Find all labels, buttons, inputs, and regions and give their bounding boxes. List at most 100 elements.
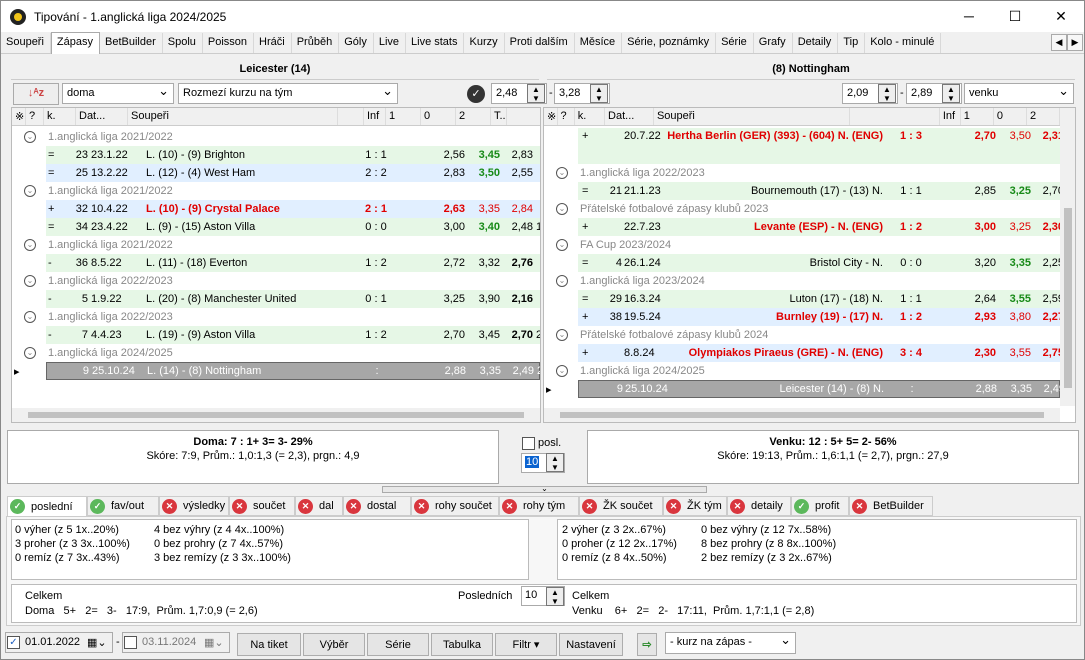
column-header[interactable]: Dat... (605, 108, 654, 125)
tabulka-button[interactable]: Tabulka (431, 633, 493, 656)
tab-3[interactable]: Spolu (163, 33, 203, 53)
calendar-icon[interactable]: ▦⌄ (204, 636, 224, 649)
posledni-spinner-icon[interactable]: ▲ ▼ (546, 587, 564, 606)
tab-1[interactable]: Zápasy (50, 32, 100, 54)
away-odds-from-spinner-icon[interactable]: ▲ ▼ (878, 84, 896, 103)
odds-filter-select[interactable]: Rozmezí kurzu na tým (178, 83, 398, 104)
column-header[interactable]: Soupeři (128, 108, 338, 125)
stats-tab-4[interactable]: ✕ dal (295, 496, 343, 516)
stats-tab-8[interactable]: ✕ ŽK součet (579, 496, 663, 516)
home-odds-from-spinner-icon[interactable]: ▲ ▼ (527, 84, 545, 103)
group-collapse-icon[interactable]: ⌄ (556, 239, 568, 251)
table-row[interactable]: = 25 13.2.22 L. (12) - (4) West Ham 2 : 2 2,8… (46, 164, 540, 182)
table-row[interactable]: 9 25.10.24 L. (14) - (8) Nottingham: 2,88 3,… (46, 362, 540, 380)
group-row[interactable]: ⌄ 1.anglická liga 2022/2023 (24, 272, 540, 290)
column-header[interactable]: k. (575, 108, 606, 125)
table-row[interactable]: 9 25.10.24 Leicester (14) - (8) N.:2,88 3,3… (578, 380, 1060, 398)
sort-az-icon[interactable]: ↓ᴬz (13, 83, 59, 105)
group-row[interactable]: ⌄ 1.anglická liga 2022/2023 (556, 164, 1060, 182)
away-matches-grid[interactable]: ※? k. Dat... Soupeři Inf 1 0 2 +20.7.22 Hertha Be… (543, 107, 1076, 423)
group-collapse-icon[interactable]: ⌄ (556, 203, 568, 215)
group-collapse-icon[interactable]: ⌄ (24, 275, 36, 287)
tab-17[interactable]: Tip (838, 33, 866, 53)
column-header[interactable] (338, 108, 364, 125)
stats-tab-10[interactable]: ✕ detaily (727, 496, 791, 516)
tab-18[interactable]: Kolo - minulé (865, 33, 942, 53)
table-row[interactable]: +8.8.24 Olympiakos Piraeus (GRE) - N. (EN… (578, 344, 1060, 362)
group-collapse-icon[interactable]: ⌄ (556, 329, 568, 341)
table-row[interactable]: +38 19.5.24 Burnley (19) - (17) N. 1 : 2 2,9… (578, 308, 1060, 326)
tab-7[interactable]: Góly (339, 33, 374, 53)
posl-checkbox[interactable] (522, 437, 535, 450)
table-row[interactable]: +20.7.22 Hertha Berlin (GER) (393) - (604… (578, 128, 1060, 164)
tab-8[interactable]: Live (374, 33, 407, 53)
column-header[interactable]: ? (558, 108, 575, 125)
group-collapse-icon[interactable]: ⌄ (24, 239, 36, 251)
home-odds-to-spinner-icon[interactable]: ▲ ▼ (590, 84, 608, 103)
tab-15[interactable]: Grafy (754, 33, 793, 53)
group-row[interactable]: ⌄ 1.anglická liga 2022/2023 (24, 308, 540, 326)
column-header[interactable]: 0 (421, 108, 456, 125)
table-row[interactable]: = 34 23.4.22 L. (9) - (15) Aston Villa 0 : 0… (46, 218, 540, 236)
tab-scroll-left-icon[interactable]: ◀ (1051, 34, 1067, 51)
group-row[interactable]: ⌄ 1.anglická liga 2024/2025 (24, 344, 540, 362)
group-collapse-icon[interactable]: ⌄ (556, 365, 568, 377)
table-row[interactable]: = 4 26.1.24 Bristol City - N. 0 : 0 3,20 3,35 2… (578, 254, 1060, 272)
column-header[interactable] (850, 108, 940, 125)
home-horizontal-scrollbar[interactable] (12, 408, 540, 422)
stats-tab-6[interactable]: ✕ rohy součet (411, 496, 499, 516)
column-header[interactable]: T.. (491, 108, 507, 125)
group-row[interactable]: ⌄ 1.anglická liga 2023/2024 (556, 272, 1060, 290)
table-row[interactable]: - 36 8.5.22 L. (11) - (18) Everton 1 : 2 2,72… (46, 254, 540, 272)
away-odds-to-spinner-icon[interactable]: ▲ ▼ (942, 84, 960, 103)
tab-12[interactable]: Měsíce (575, 33, 623, 53)
group-collapse-icon[interactable]: ⌄ (556, 275, 568, 287)
tab-14[interactable]: Série (716, 33, 754, 53)
minimize-button[interactable]: ─ (946, 1, 992, 31)
table-row[interactable]: +22.7.23 Levante (ESP) - N. (ENG) 1 : 2 3,0… (578, 218, 1060, 236)
column-header[interactable]: Inf (940, 108, 961, 125)
stats-tab-5[interactable]: ✕ dostal (343, 496, 411, 516)
group-row[interactable]: ⌄ 1.anglická liga 2024/2025 (556, 362, 1060, 380)
tab-6[interactable]: Průběh (292, 33, 340, 53)
group-row[interactable]: ⌄ 1.anglická liga 2021/2022 (24, 128, 540, 146)
serie-button[interactable]: Série (367, 633, 429, 656)
group-row[interactable]: ⌄ FA Cup 2023/2024 (556, 236, 1060, 254)
tab-0[interactable]: Soupeři (1, 33, 51, 53)
go-arrow-icon[interactable]: ⇨ (637, 633, 657, 656)
column-header[interactable]: ※ (544, 108, 558, 125)
tab-4[interactable]: Poisson (203, 33, 255, 53)
tab-11[interactable]: Proti dalším (505, 33, 575, 53)
column-header[interactable]: Soupeři (654, 108, 850, 125)
stats-tab-1[interactable]: ✓ fav/out (87, 496, 159, 516)
group-collapse-icon[interactable]: ⌄ (24, 347, 36, 359)
group-collapse-icon[interactable]: ⌄ (24, 185, 36, 197)
group-row[interactable]: ⌄ 1.anglická liga 2021/2022 (24, 182, 540, 200)
tab-16[interactable]: Detaily (793, 33, 839, 53)
close-button[interactable]: ✕ (1038, 1, 1084, 31)
table-row[interactable]: - 5 1.9.22 L. (20) - (8) Manchester United 0… (46, 290, 540, 308)
table-row[interactable]: = 21 21.1.23 Bournemouth (17) - (13) N. 1 : … (578, 182, 1060, 200)
nastaveni-button[interactable]: Nastavení (559, 633, 623, 656)
maximize-button[interactable]: ☐ (992, 1, 1038, 31)
stats-tab-3[interactable]: ✕ součet (229, 496, 295, 516)
stats-tab-9[interactable]: ✕ ŽK tým (663, 496, 727, 516)
group-row[interactable]: ⌄ 1.anglická liga 2021/2022 (24, 236, 540, 254)
column-header[interactable]: Dat... (76, 108, 128, 125)
splitter-collapse-icon[interactable]: ⌄ (382, 485, 707, 493)
group-row[interactable]: ⌄ Přátelské fotbalové zápasy klubů 2023 (556, 200, 1060, 218)
group-row[interactable]: ⌄ Přátelské fotbalové zápasy klubů 2024 (556, 326, 1060, 344)
home-venue-select[interactable]: doma (62, 83, 174, 104)
column-header[interactable]: 1 (386, 108, 421, 125)
tab-10[interactable]: Kurzy (464, 33, 505, 53)
tab-scroll-right-icon[interactable]: ▶ (1067, 34, 1083, 51)
filtr-button[interactable]: Filtr ▾ (495, 633, 557, 656)
table-row[interactable]: - 7 4.4.23 L. (19) - (9) Aston Villa 1 : 2 2,… (46, 326, 540, 344)
stats-tab-12[interactable]: ✕ BetBuilder (849, 496, 933, 516)
confirm-check-icon[interactable]: ✓ (467, 85, 485, 103)
column-header[interactable]: 2 (1027, 108, 1060, 125)
table-row[interactable]: = 23 23.1.22 L. (10) - (9) Brighton 1 : 1 2,5… (46, 146, 540, 164)
posl-spinner-icon[interactable]: ▲ ▼ (546, 453, 564, 472)
group-collapse-icon[interactable]: ⌄ (24, 131, 36, 143)
group-collapse-icon[interactable]: ⌄ (556, 167, 568, 179)
